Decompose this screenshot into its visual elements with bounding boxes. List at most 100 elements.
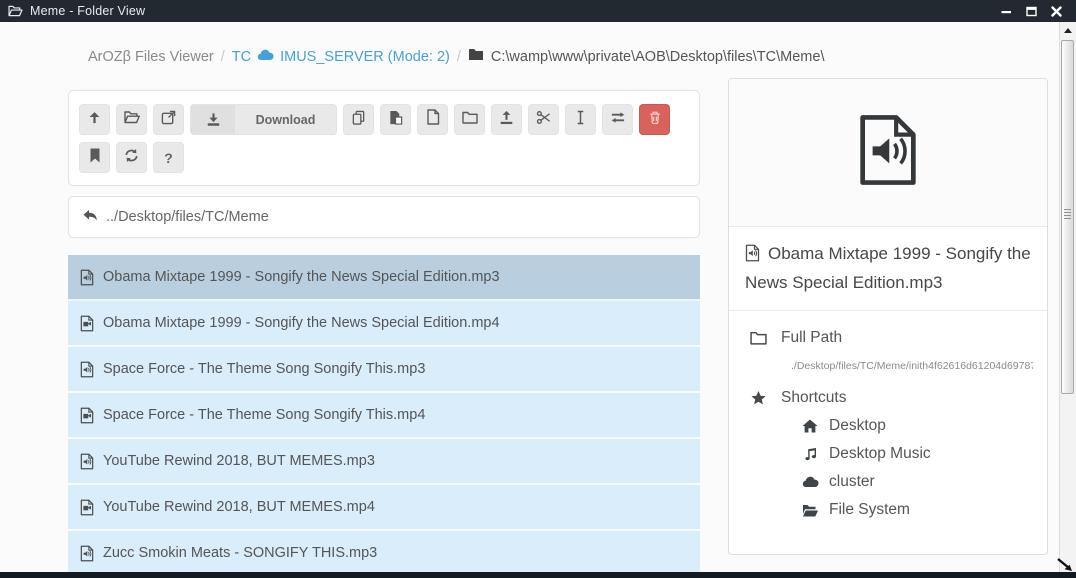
file-type-icon bbox=[80, 269, 94, 286]
shortcuts-label: Shortcuts bbox=[781, 389, 846, 407]
shortcut-list: Desktop Desktop Music bbox=[801, 417, 1033, 519]
shortcut-item[interactable]: File System bbox=[801, 501, 1033, 519]
current-directory-bar[interactable]: ../Desktop/files/TC/Meme bbox=[68, 196, 700, 238]
scrollbar-thumb[interactable] bbox=[1061, 40, 1074, 394]
cloud-icon bbox=[257, 49, 274, 65]
list-item[interactable]: Zucc Smokin Meats - SONGIFY THIS.mp3 bbox=[68, 531, 700, 577]
bookmark-button[interactable] bbox=[79, 142, 110, 173]
preview-filename-label: Obama Mixtape 1999 - Songify the News Sp… bbox=[745, 244, 1031, 292]
shortcut-label: File System bbox=[829, 501, 910, 519]
music-note-icon bbox=[803, 447, 817, 462]
arrow-up-icon bbox=[87, 110, 102, 130]
help-button[interactable]: ? bbox=[153, 142, 184, 173]
paste-button[interactable] bbox=[380, 104, 411, 135]
move-button[interactable] bbox=[602, 104, 633, 135]
refresh-button[interactable] bbox=[116, 142, 147, 173]
full-path-section: Full Path bbox=[749, 329, 1033, 347]
text-cursor-icon bbox=[574, 110, 587, 130]
copy-button[interactable] bbox=[343, 104, 374, 135]
folder-icon bbox=[468, 48, 484, 65]
question-icon: ? bbox=[164, 150, 173, 166]
download-button-label: Download bbox=[235, 105, 336, 134]
list-item[interactable]: Space Force - The Theme Song Songify Thi… bbox=[68, 393, 700, 439]
open-button[interactable] bbox=[116, 104, 147, 135]
cut-button[interactable] bbox=[528, 104, 559, 135]
full-path-value: ./Desktop/files/TC/Meme/inith4f62616d612… bbox=[791, 360, 1033, 372]
file-list: Obama Mixtape 1999 - Songify the News Sp… bbox=[68, 255, 700, 577]
window-bottom-edge bbox=[0, 572, 1076, 578]
audio-file-icon bbox=[745, 244, 760, 270]
new-file-button[interactable] bbox=[417, 104, 448, 135]
preview-thumbnail bbox=[729, 79, 1047, 227]
file-type-icon bbox=[80, 361, 94, 378]
file-type-icon bbox=[80, 407, 94, 424]
minimize-button[interactable] bbox=[1001, 6, 1012, 17]
external-link-icon bbox=[161, 110, 176, 130]
breadcrumb-separator: / bbox=[457, 49, 461, 65]
shortcut-item[interactable]: Desktop bbox=[801, 417, 1033, 435]
file-explorer-window: Meme - Folder View ArOZβ Files Viewer / … bbox=[0, 0, 1076, 578]
breadcrumb-server-link[interactable]: TC IMUS_SERVER (Mode: 2) bbox=[232, 49, 450, 65]
shortcut-label: Desktop Music bbox=[829, 445, 931, 463]
new-folder-button[interactable] bbox=[454, 104, 485, 135]
file-type-icon bbox=[80, 545, 94, 562]
list-item[interactable]: YouTube Rewind 2018, BUT MEMES.mp4 bbox=[68, 485, 700, 531]
server-label: IMUS_SERVER (Mode: 2) bbox=[280, 49, 450, 65]
trash-icon bbox=[648, 110, 662, 130]
file-name-label: Space Force - The Theme Song Songify Thi… bbox=[103, 407, 425, 423]
file-name-label: YouTube Rewind 2018, BUT MEMES.mp3 bbox=[103, 453, 375, 469]
file-name-label: Zucc Smokin Meats - SONGIFY THIS.mp3 bbox=[103, 545, 377, 561]
preview-filename: Obama Mixtape 1999 - Songify the News Sp… bbox=[729, 227, 1047, 311]
file-name-label: Space Force - The Theme Song Songify Thi… bbox=[103, 361, 425, 377]
shortcut-item[interactable]: cluster bbox=[801, 473, 1033, 491]
shortcut-item[interactable]: Desktop Music bbox=[801, 445, 1033, 463]
preview-details: Full Path ./Desktop/files/TC/Meme/inith4… bbox=[729, 311, 1047, 544]
refresh-icon bbox=[124, 148, 139, 168]
breadcrumb-separator: / bbox=[221, 49, 225, 65]
delete-button[interactable] bbox=[639, 104, 670, 135]
list-item[interactable]: Obama Mixtape 1999 - Songify the News Sp… bbox=[68, 255, 700, 301]
cloud-icon bbox=[802, 476, 819, 488]
file-name-label: Obama Mixtape 1999 - Songify the News Sp… bbox=[103, 269, 500, 285]
swap-arrows-icon bbox=[610, 110, 626, 130]
maximize-button[interactable] bbox=[1026, 6, 1037, 17]
shortcuts-section: Shortcuts bbox=[749, 389, 1033, 407]
upload-icon bbox=[499, 110, 514, 130]
rename-button[interactable] bbox=[565, 104, 596, 135]
close-button[interactable] bbox=[1051, 6, 1062, 17]
go-up-button[interactable] bbox=[79, 104, 110, 135]
scrollbar-grip bbox=[1064, 209, 1071, 221]
star-icon bbox=[749, 390, 767, 406]
download-icon bbox=[191, 105, 235, 134]
current-path-label: C:\wamp\www\private\AOB\Desktop\files\TC… bbox=[491, 49, 825, 65]
resize-handle-icon[interactable] bbox=[1056, 557, 1074, 578]
folder-open-icon bbox=[124, 110, 140, 129]
back-arrow-icon bbox=[82, 209, 98, 226]
download-button[interactable]: Download bbox=[190, 104, 337, 135]
upload-button[interactable] bbox=[491, 104, 522, 135]
breadcrumb-app-name[interactable]: ArOZβ Files Viewer bbox=[88, 49, 214, 65]
folder-open-icon bbox=[8, 5, 23, 17]
file-type-icon bbox=[80, 453, 94, 470]
list-item[interactable]: Space Force - The Theme Song Songify Thi… bbox=[68, 347, 700, 393]
list-item[interactable]: YouTube Rewind 2018, BUT MEMES.mp3 bbox=[68, 439, 700, 485]
breadcrumb: ArOZβ Files Viewer / TC IMUS_SERVER (Mod… bbox=[88, 48, 824, 65]
home-icon bbox=[802, 419, 818, 433]
drive-label: TC bbox=[232, 49, 251, 65]
full-path-label: Full Path bbox=[781, 329, 842, 347]
file-name-label: Obama Mixtape 1999 - Songify the News Sp… bbox=[103, 315, 500, 331]
folder-open-icon bbox=[802, 504, 819, 517]
current-directory-label: ../Desktop/files/TC/Meme bbox=[106, 209, 269, 225]
preview-panel: Obama Mixtape 1999 - Songify the News Sp… bbox=[728, 78, 1048, 555]
vertical-scrollbar[interactable] bbox=[1059, 22, 1076, 578]
list-item[interactable]: Obama Mixtape 1999 - Songify the News Sp… bbox=[68, 301, 700, 347]
new-folder-icon bbox=[462, 111, 478, 129]
scissors-icon bbox=[536, 110, 551, 130]
titlebar: Meme - Folder View bbox=[0, 0, 1076, 22]
scroll-up-arrow[interactable] bbox=[1060, 22, 1076, 39]
copy-icon bbox=[351, 110, 366, 130]
paste-icon bbox=[388, 110, 403, 130]
toolbar: Download ? bbox=[68, 90, 700, 186]
open-external-button[interactable] bbox=[153, 104, 184, 135]
breadcrumb-current-path: C:\wamp\www\private\AOB\Desktop\files\TC… bbox=[468, 48, 825, 65]
